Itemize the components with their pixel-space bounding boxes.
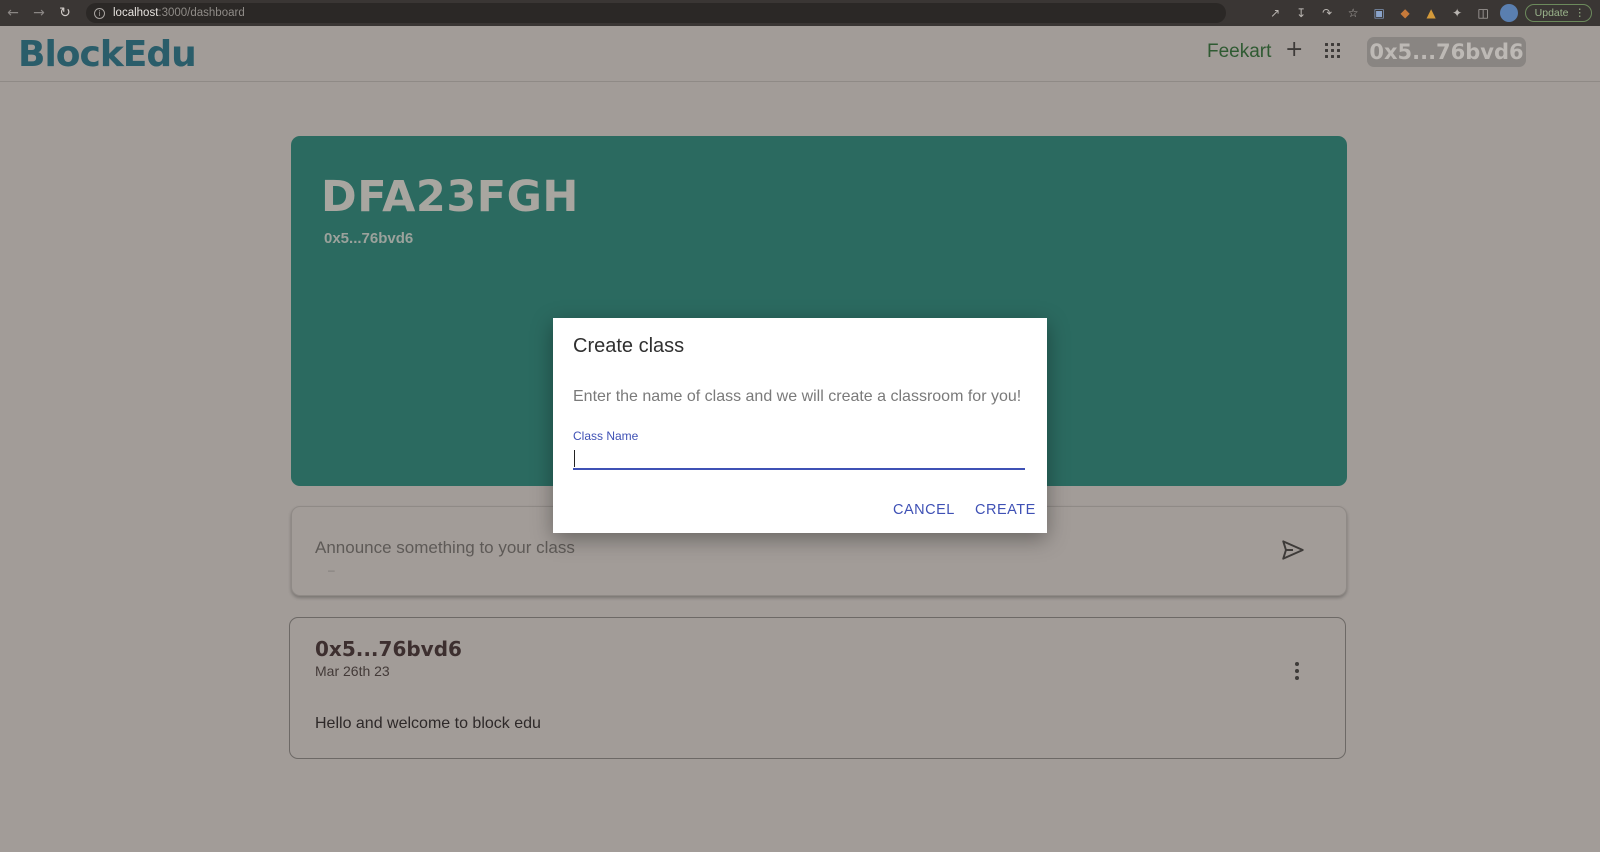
plus-icon[interactable]: +: [1285, 37, 1303, 62]
create-button[interactable]: CREATE: [975, 502, 1036, 518]
open-in-new-icon[interactable]: ↗: [1266, 4, 1285, 23]
url-host: localhost: [113, 7, 159, 19]
forward-icon[interactable]: →: [26, 0, 52, 26]
reload-icon[interactable]: ↻: [52, 0, 78, 26]
send-icon[interactable]: [1280, 537, 1306, 563]
class-code: DFA23FGH: [321, 172, 579, 222]
app-header: BlockEdu Feekart + 0x5...76bvd6: [0, 26, 1600, 82]
address-bar[interactable]: i localhost:3000/dashboard: [86, 3, 1226, 23]
install-icon[interactable]: ↧: [1292, 4, 1311, 23]
dialog-description: Enter the name of class and we will crea…: [573, 388, 1022, 405]
share-icon[interactable]: ↷: [1318, 4, 1337, 23]
class-owner: 0x5...76bvd6: [324, 230, 414, 247]
update-button[interactable]: Update ⋮: [1524, 4, 1592, 22]
back-icon[interactable]: ←: [0, 0, 26, 26]
browser-actions: ↗ ↧ ↷ ☆ ▣ ◆ ▲ ✦ ◫ Update ⋮: [1266, 0, 1592, 26]
post-author: 0x5...76bvd6: [315, 637, 462, 661]
more-options-icon[interactable]: [1293, 662, 1301, 680]
more-vert-icon: ⋮: [1574, 7, 1586, 19]
dialog-title: Create class: [573, 335, 685, 357]
cancel-button[interactable]: CANCEL: [893, 502, 955, 518]
announcement-post: 0x5...76bvd6 Mar 26th 23 Hello and welco…: [289, 617, 1346, 759]
text-caret: [574, 450, 575, 467]
username: Feekart: [1207, 41, 1272, 62]
update-label: Update: [1534, 7, 1569, 19]
class-name-label: Class Name: [573, 429, 639, 443]
post-body: Hello and welcome to block edu: [315, 715, 541, 732]
url-path: :3000/dashboard: [158, 7, 245, 19]
puzzle-icon[interactable]: ✦: [1448, 4, 1467, 23]
create-class-dialog: Create class Enter the name of class and…: [553, 318, 1047, 533]
apps-grid-icon[interactable]: [1325, 43, 1340, 58]
class-name-input[interactable]: [573, 448, 1025, 470]
extension-fox-icon[interactable]: ▲: [1422, 4, 1441, 23]
site-info-icon[interactable]: i: [94, 7, 105, 19]
side-panel-icon[interactable]: ◫: [1474, 4, 1493, 23]
metamask-fox-icon[interactable]: ◆: [1396, 4, 1415, 23]
app-logo[interactable]: BlockEdu: [18, 34, 197, 75]
announce-placeholder: Announce something to your class: [315, 538, 575, 557]
browser-toolbar: ← → ↻ i localhost:3000/dashboard ↗ ↧ ↷ ☆…: [0, 0, 1600, 26]
profile-avatar[interactable]: [1499, 4, 1518, 22]
post-date: Mar 26th 23: [315, 663, 390, 679]
announce-dash: –: [328, 563, 335, 577]
star-icon[interactable]: ☆: [1344, 4, 1363, 23]
extension-doc-icon[interactable]: ▣: [1370, 4, 1389, 23]
wallet-address-button[interactable]: 0x5...76bvd6: [1367, 37, 1526, 67]
